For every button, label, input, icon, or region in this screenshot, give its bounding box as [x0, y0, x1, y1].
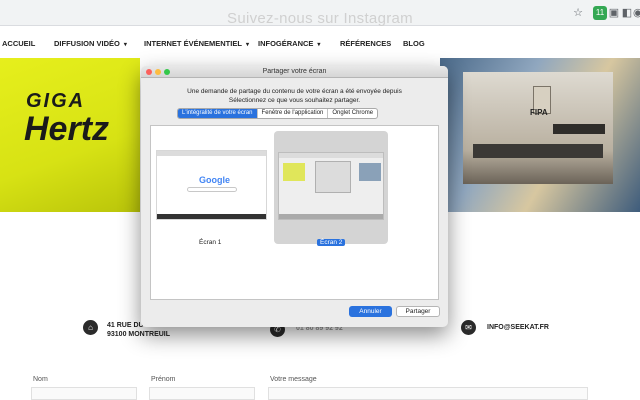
screen-2-thumbnail[interactable]: [278, 152, 384, 220]
nav-item-references[interactable]: RÉFÉRENCES: [340, 39, 391, 48]
chevron-down-icon: ▾: [123, 42, 127, 48]
google-logo: Google: [199, 175, 230, 185]
nav-item-diffusion-video[interactable]: DIFFUSION VIDÉO ▾: [54, 39, 127, 48]
nav-item-internet-evenementiel[interactable]: INTERNET ÉVÉNEMENTIEL ▾: [144, 39, 249, 48]
screen-2-label[interactable]: Écran 2: [317, 239, 346, 246]
share-button[interactable]: Partager: [396, 306, 440, 317]
office-image: FIPA: [440, 58, 640, 212]
dialog-title: Partager votre écran: [262, 68, 327, 75]
email-address[interactable]: INFO@SEEKAT.FR: [487, 324, 549, 331]
message-label: Votre message: [270, 376, 317, 383]
share-type-tabs: L'intégralité de votre écran Fenêtre de …: [177, 108, 379, 119]
prenom-label: Prénom: [151, 376, 176, 383]
nav-item-infogerance[interactable]: INFOGÉRANCE ▾: [258, 39, 320, 48]
dialog-message: Une demande de partage du contenu de vot…: [187, 88, 402, 104]
nav-item-accueil[interactable]: ACCUEIL: [2, 39, 35, 48]
poster-text: FIPA: [530, 108, 548, 117]
prenom-field[interactable]: [149, 387, 255, 400]
email-icon: ✉: [461, 320, 476, 335]
nom-label: Nom: [33, 376, 48, 383]
tab-chrome-tab[interactable]: Onglet Chrome: [328, 109, 377, 118]
address-line1: 41 RUE DU: [107, 322, 144, 329]
chevron-down-icon: ▾: [317, 42, 321, 48]
cancel-button[interactable]: Annuler: [349, 306, 392, 317]
gigahertz-image: GIGA Hertz: [0, 58, 140, 212]
dialog-titlebar: Partager votre écran: [141, 66, 448, 78]
chevron-down-icon: ▾: [245, 42, 249, 48]
share-screen-dialog: Partager votre écran Une demande de part…: [141, 66, 448, 327]
screen-1-thumbnail[interactable]: Google: [156, 150, 267, 220]
instagram-heading: Suivez-nous sur Instagram: [227, 10, 413, 27]
nav-item-blog[interactable]: BLOG: [403, 39, 425, 48]
screens-panel: Google Écran 1 Écran 2: [150, 125, 439, 300]
site-nav: ACCUEIL DIFFUSION VIDÉO ▾ INTERNET ÉVÉNEM…: [0, 30, 640, 56]
tab-application-window[interactable]: Fenêtre de l'application: [258, 109, 329, 118]
tab-entire-screen[interactable]: L'intégralité de votre écran: [178, 109, 258, 118]
address-line2: 93100 MONTREUIL: [107, 331, 171, 338]
location-icon: ⌂: [83, 320, 98, 335]
nom-field[interactable]: [31, 387, 137, 400]
message-field[interactable]: [268, 387, 588, 400]
screen-1-label[interactable]: Écran 1: [199, 239, 221, 246]
